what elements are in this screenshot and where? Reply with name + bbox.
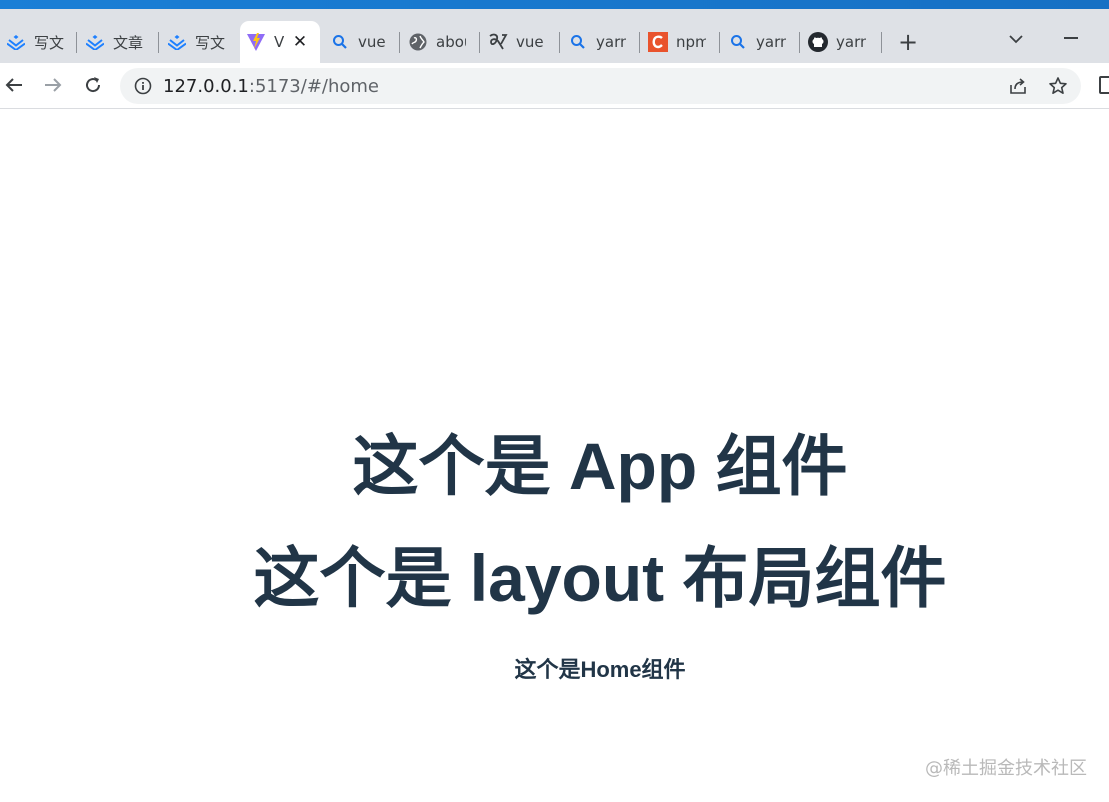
- reload-icon[interactable]: [81, 73, 105, 97]
- tab-title: 写文章: [195, 33, 225, 52]
- tab-separator: [76, 32, 77, 53]
- search-icon: [728, 32, 748, 52]
- tab-9[interactable]: npm: [642, 21, 720, 63]
- tab-title: vue: [516, 33, 544, 51]
- tab-8[interactable]: yarn: [562, 21, 640, 63]
- home-heading: 这个是Home组件: [514, 657, 686, 682]
- tab-6[interactable]: about: [402, 21, 480, 63]
- url-path: :5173/#/home: [248, 76, 380, 97]
- juejin-icon: [85, 32, 105, 52]
- app-heading: 这个是 App 组件: [352, 429, 848, 503]
- back-arrow-icon[interactable]: [2, 73, 26, 97]
- browser-window: 写文章 文章 写文章 Vite ✕ vu: [0, 0, 1109, 802]
- browser-toolbar: 127.0.0.1:5173/#/home: [0, 63, 1109, 109]
- tab-title: yarn: [756, 33, 786, 51]
- vue-icon: [488, 32, 508, 52]
- tab-10[interactable]: yarn: [722, 21, 800, 63]
- tab-title: yarn: [596, 33, 626, 51]
- tab-separator: [881, 32, 882, 53]
- tab-1[interactable]: 写文章: [0, 21, 77, 63]
- tab-strip: 写文章 文章 写文章 Vite ✕ vu: [0, 9, 1109, 63]
- layout-heading: 这个是 layout 布局组件: [253, 541, 947, 615]
- tab-5[interactable]: vue: [324, 21, 400, 63]
- bookmark-star-icon[interactable]: [1048, 76, 1068, 96]
- site-info-icon[interactable]: [134, 77, 152, 95]
- tab-7[interactable]: vue: [482, 21, 560, 63]
- tab-3[interactable]: 写文章: [161, 21, 239, 63]
- tab-search-chevron-icon[interactable]: [1006, 29, 1026, 49]
- share-icon[interactable]: [1008, 76, 1028, 96]
- tab-separator: [158, 32, 159, 53]
- page-content: 这个是 App 组件 这个是 layout 布局组件 这个是Home组件 @稀土…: [0, 110, 1109, 802]
- tab-separator: [719, 32, 720, 53]
- new-tab-button[interactable]: +: [896, 30, 920, 55]
- tab-separator: [399, 32, 400, 53]
- tab-title: npm: [676, 33, 706, 51]
- watermark: @稀土掘金技术社区: [925, 758, 1087, 779]
- minimize-window-icon[interactable]: [1064, 37, 1078, 39]
- c-icon: [648, 32, 668, 52]
- tab-2[interactable]: 文章: [79, 21, 159, 63]
- address-bar[interactable]: 127.0.0.1:5173/#/home: [120, 68, 1081, 104]
- tab-separator: [479, 32, 480, 53]
- forward-arrow-icon[interactable]: [41, 73, 65, 97]
- close-tab-icon[interactable]: ✕: [292, 34, 308, 51]
- tab-title: about: [436, 33, 466, 51]
- url-host: 127.0.0.1: [163, 76, 249, 97]
- juejin-icon: [167, 32, 187, 52]
- tab-title: 文章: [113, 33, 143, 52]
- side-panel-icon[interactable]: [1099, 76, 1109, 94]
- tab-separator: [799, 32, 800, 53]
- tab-separator: [559, 32, 560, 53]
- search-icon: [330, 32, 350, 52]
- window-accent-bar: [0, 0, 1109, 9]
- globe-icon: [408, 32, 428, 52]
- search-icon: [568, 32, 588, 52]
- tab-title: vue: [358, 33, 386, 51]
- github-icon: [808, 32, 828, 52]
- tab-title: 写文章: [34, 33, 64, 52]
- tab-separator: [639, 32, 640, 53]
- juejin-icon: [6, 32, 26, 52]
- url-text[interactable]: 127.0.0.1:5173/#/home: [163, 76, 379, 97]
- tab-title: yarn: [836, 33, 866, 51]
- tab-4-active[interactable]: Vite ✕: [240, 21, 320, 63]
- tab-11[interactable]: yarn: [802, 21, 882, 63]
- vite-icon: [246, 32, 266, 52]
- tab-title: Vite: [274, 33, 284, 51]
